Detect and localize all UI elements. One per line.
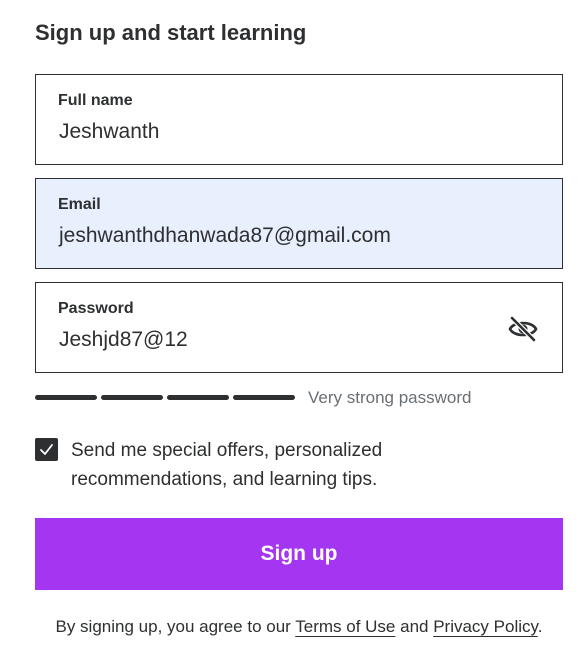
terms-of-use-link[interactable]: Terms of Use [295, 617, 395, 636]
strength-segment [233, 395, 295, 400]
eye-slash-icon[interactable] [508, 316, 538, 342]
email-label: Email [58, 196, 101, 213]
page-title: Sign up and start learning [35, 20, 307, 45]
password-label: Password [58, 300, 134, 317]
signup-button[interactable]: Sign up [35, 518, 563, 590]
offers-checkbox[interactable] [35, 438, 58, 461]
offers-checkbox-label[interactable]: Send me special offers, personalized rec… [71, 436, 541, 494]
privacy-policy-link[interactable]: Privacy Policy [433, 617, 538, 636]
strength-segment [101, 395, 163, 400]
strength-segment [167, 395, 229, 400]
full-name-input[interactable]: Jeshwanth [59, 120, 499, 144]
full-name-label: Full name [58, 92, 133, 109]
strength-segment [35, 395, 97, 400]
legal-suffix: . [537, 617, 543, 636]
password-strength-label: Very strong password [308, 388, 472, 407]
checkmark-icon [40, 444, 53, 455]
legal-notice: By signing up, you agree to our Terms of… [35, 617, 563, 637]
email-field[interactable]: Email jeshwanthdhanwada87@gmail.com [35, 178, 563, 269]
password-field[interactable]: Password Jeshjd87@12 [35, 282, 563, 373]
legal-prefix: By signing up, you agree to our [55, 617, 296, 636]
full-name-field[interactable]: Full name Jeshwanth [35, 74, 563, 165]
legal-middle: and [395, 617, 434, 636]
password-input[interactable]: Jeshjd87@12 [59, 328, 499, 352]
password-strength-meter: Very strong password [35, 388, 563, 408]
email-input[interactable]: jeshwanthdhanwada87@gmail.com [59, 224, 499, 248]
